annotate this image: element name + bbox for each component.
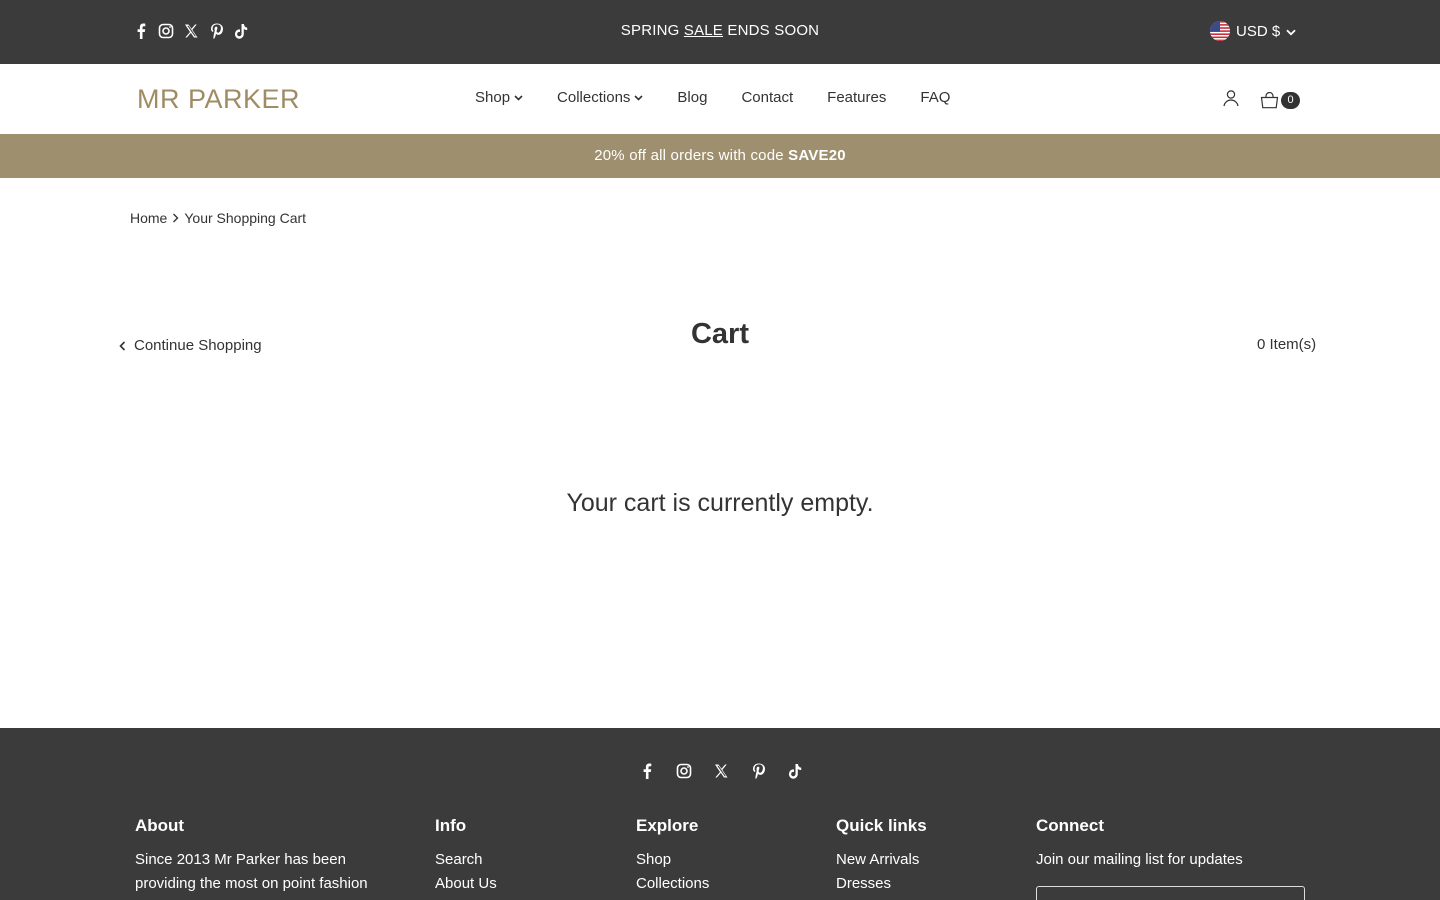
nav-features[interactable]: Features bbox=[827, 89, 886, 106]
main-nav: Shop Collections Blog Contact Features F… bbox=[475, 89, 950, 106]
empty-cart-message: Your cart is currently empty. bbox=[566, 489, 874, 517]
sale-link[interactable]: SALE bbox=[684, 22, 723, 39]
breadcrumb: Home Your Shopping Cart bbox=[130, 210, 306, 226]
tiktok-icon[interactable] bbox=[233, 22, 249, 40]
cart-item-count: 0 Item(s) bbox=[1257, 336, 1317, 353]
header-actions: 0 bbox=[1222, 89, 1300, 112]
us-flag-icon bbox=[1210, 21, 1230, 41]
newsletter-email-input[interactable] bbox=[1036, 886, 1305, 900]
footer-link-search[interactable]: Search bbox=[435, 848, 497, 872]
promo-prefix: SPRING bbox=[620, 22, 684, 39]
instagram-icon[interactable] bbox=[675, 762, 693, 780]
footer-link-dresses[interactable]: Dresses bbox=[836, 872, 927, 896]
footer-about-heading: About bbox=[135, 816, 185, 835]
x-icon[interactable] bbox=[183, 22, 199, 40]
footer-connect-text: Join our mailing list for updates bbox=[1036, 851, 1243, 868]
nav-shop-label: Shop bbox=[475, 89, 511, 106]
nav-collections-label: Collections bbox=[557, 89, 631, 106]
currency-label: USD $ bbox=[1236, 22, 1281, 40]
nav-shop[interactable]: Shop bbox=[475, 89, 523, 106]
footer-connect-heading: Connect bbox=[1036, 816, 1104, 835]
breadcrumb-home[interactable]: Home bbox=[130, 210, 167, 226]
chevron-right-icon bbox=[173, 213, 179, 223]
discount-text: 20% off all orders with code bbox=[594, 147, 789, 164]
footer-about-text-2: providing the most on point fashion bbox=[135, 875, 368, 892]
account-icon[interactable] bbox=[1222, 89, 1240, 112]
chevron-down-icon bbox=[1286, 23, 1296, 40]
footer-about-text-1: Since 2013 Mr Parker has been bbox=[135, 851, 346, 868]
facebook-icon[interactable] bbox=[638, 762, 656, 780]
discount-banner: 20% off all orders with code SAVE20 bbox=[0, 134, 1440, 178]
nav-collections[interactable]: Collections bbox=[557, 89, 643, 106]
footer-explore-heading: Explore bbox=[636, 816, 699, 835]
site-footer: About Since 2013 Mr Parker has been prov… bbox=[0, 728, 1440, 900]
footer-quick-links: Quick links New Arrivals Dresses bbox=[836, 816, 927, 896]
footer-social-links bbox=[638, 762, 804, 780]
site-logo[interactable]: MR PARKER bbox=[137, 84, 300, 115]
site-header: MR PARKER Shop Collections Blog Contact … bbox=[0, 64, 1440, 134]
footer-connect: Connect Join our mailing list for update… bbox=[1036, 816, 1305, 900]
pinterest-icon[interactable] bbox=[749, 762, 767, 780]
footer-link-shop[interactable]: Shop bbox=[636, 848, 709, 872]
facebook-icon[interactable] bbox=[133, 22, 149, 40]
footer-explore: Explore Shop Collections bbox=[636, 816, 709, 896]
social-links bbox=[133, 22, 249, 40]
cart-button[interactable]: 0 bbox=[1260, 92, 1300, 109]
footer-quick-heading: Quick links bbox=[836, 816, 927, 835]
pinterest-icon[interactable] bbox=[208, 22, 224, 40]
footer-info: Info Search About Us bbox=[435, 816, 497, 896]
footer-link-about-us[interactable]: About Us bbox=[435, 872, 497, 896]
nav-contact[interactable]: Contact bbox=[741, 89, 793, 106]
page-title: Cart bbox=[690, 318, 749, 350]
cart-count-badge: 0 bbox=[1281, 92, 1300, 109]
discount-code: SAVE20 bbox=[788, 147, 846, 164]
footer-link-collections[interactable]: Collections bbox=[636, 872, 709, 896]
announcement-bar: SPRING SALE ENDS SOON USD $ bbox=[0, 0, 1440, 64]
nav-faq[interactable]: FAQ bbox=[920, 89, 950, 106]
shopping-bag-icon bbox=[1260, 92, 1279, 109]
chevron-down-icon bbox=[514, 94, 523, 101]
footer-link-new-arrivals[interactable]: New Arrivals bbox=[836, 848, 927, 872]
breadcrumb-current: Your Shopping Cart bbox=[184, 210, 307, 226]
currency-selector[interactable]: USD $ bbox=[1210, 21, 1296, 41]
x-icon[interactable] bbox=[712, 762, 730, 780]
nav-blog[interactable]: Blog bbox=[677, 89, 707, 106]
chevron-down-icon bbox=[634, 94, 643, 101]
promo-suffix: ENDS SOON bbox=[723, 22, 820, 39]
instagram-icon[interactable] bbox=[158, 22, 174, 40]
footer-about: About Since 2013 Mr Parker has been prov… bbox=[135, 816, 368, 896]
tiktok-icon[interactable] bbox=[786, 762, 804, 780]
footer-info-heading: Info bbox=[435, 816, 467, 835]
